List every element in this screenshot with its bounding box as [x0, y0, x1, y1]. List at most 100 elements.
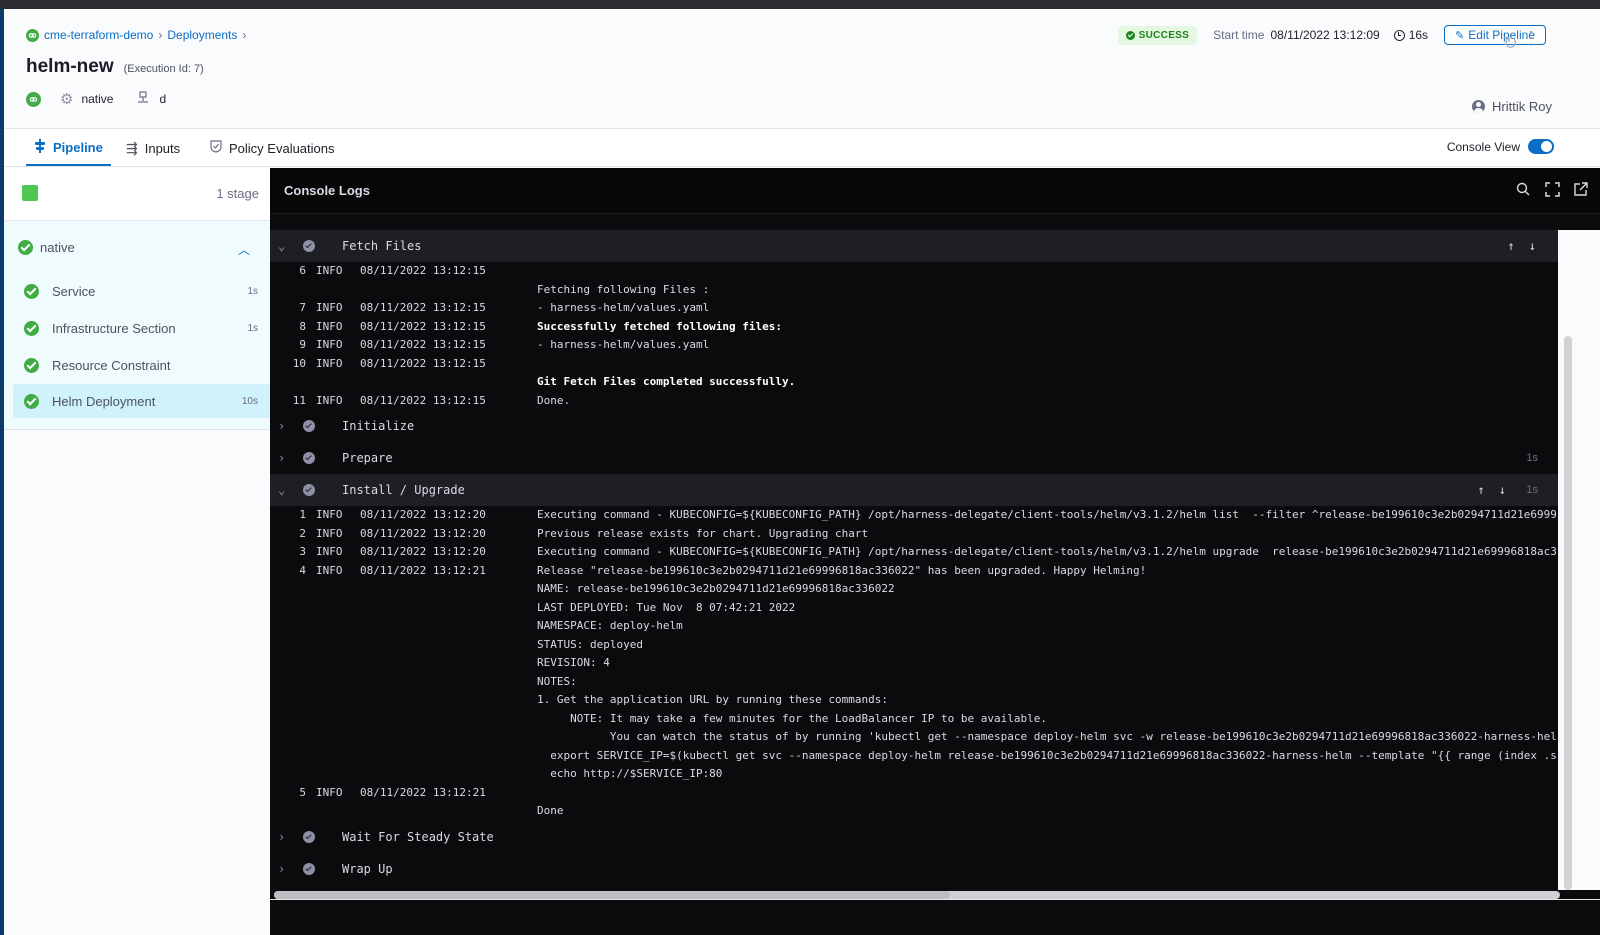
log-level: INFO	[316, 563, 343, 577]
arrow-up-icon[interactable]: ↑	[1508, 239, 1515, 253]
log-section-name: Fetch Files	[342, 239, 422, 253]
chevron-right-icon[interactable]: ›	[278, 451, 285, 465]
log-line: NOTE: It may take a few minutes for the …	[270, 710, 1558, 729]
tab-policy-evaluations[interactable]: Policy Evaluations	[210, 130, 335, 166]
duration: 16s	[1393, 28, 1429, 42]
stage-native[interactable]: native ︿	[18, 240, 258, 258]
success-icon	[24, 283, 39, 299]
success-icon	[24, 357, 39, 373]
log-message: Git Fetch Files completed successfully.	[537, 375, 796, 388]
chevron-right-icon[interactable]: ›	[278, 419, 285, 433]
log-level: INFO	[316, 356, 343, 370]
log-line-number: 10	[292, 356, 306, 370]
log-line-number: 7	[299, 301, 306, 314]
log-level: INFO	[316, 545, 343, 558]
section-success-icon	[303, 420, 315, 432]
log-line: REVISION: 4	[270, 654, 1558, 673]
log-section[interactable]: ⌄ Fetch Files ↑ ↓	[270, 230, 1558, 262]
log-message: Fetching following Files :	[537, 282, 710, 296]
log-message: LAST DEPLOYED: Tue Nov 8 07:42:21 2022	[537, 600, 796, 614]
console-title: Console Logs	[284, 183, 370, 198]
search-icon[interactable]	[1516, 182, 1530, 200]
log-message: NOTES:	[537, 674, 577, 688]
console-logs-panel: Console Logs ⌄ Fetch Files ↑ ↓ 6 INFO 08/11/20…	[270, 168, 1600, 935]
gear-icon: ⚙	[60, 91, 74, 108]
section-success-icon	[303, 484, 315, 496]
open-external-icon[interactable]	[1574, 182, 1588, 200]
log-level: INFO	[316, 264, 343, 277]
log-section-name: Wait For Steady State	[342, 829, 494, 844]
step-duration: 10s	[241, 395, 258, 407]
vertical-scroll-thumb[interactable]	[1564, 336, 1572, 890]
step-resource-constraint[interactable]: Resource Constraint	[13, 348, 270, 382]
breadcrumb-project[interactable]: cme-terraform-demo	[44, 28, 153, 42]
stage-tree: native ︿ Service 1s Infrastructure Secti…	[4, 221, 270, 430]
section-success-icon	[303, 240, 315, 252]
log-timestamp: 08/11/2022 13:12:15	[360, 319, 486, 333]
more-options-icon[interactable]: ⋮	[1522, 29, 1540, 47]
step-duration: 1s	[247, 285, 258, 297]
chevron-up-icon[interactable]: ︿	[238, 241, 250, 258]
log-section-name: Wrap Up	[342, 861, 393, 876]
log-section[interactable]: › Initialize	[270, 410, 1558, 442]
step-duration: 1s	[247, 322, 258, 334]
step-service[interactable]: Service 1s	[13, 274, 270, 308]
log-timestamp: 08/11/2022 13:12:20	[360, 545, 486, 558]
chevron-down-icon[interactable]: ⌄	[278, 239, 285, 253]
duration-value: 16s	[1408, 28, 1429, 42]
log-section-name: Prepare	[342, 451, 393, 465]
log-timestamp: 08/11/2022 13:12:15	[360, 356, 486, 370]
inputs-icon: ⇶	[126, 139, 138, 156]
log-message: Executing command - KUBECONFIG=${KUBECON…	[537, 508, 1557, 521]
log-timestamp: 08/11/2022 13:12:20	[360, 526, 486, 540]
log-section-name: Install / Upgrade	[342, 483, 465, 497]
log-line: 1 INFO 08/11/2022 13:12:20 Executing comman…	[270, 506, 1558, 525]
tab-pipeline[interactable]: Pipeline	[26, 130, 111, 166]
breadcrumb-deployments[interactable]: Deployments	[167, 28, 237, 42]
log-message: NAMESPACE: deploy-helm	[537, 619, 683, 632]
section-nav: ↑ ↓	[1464, 483, 1506, 497]
pipeline-icon	[34, 138, 46, 156]
service-icon	[26, 91, 41, 107]
log-line: You can watch the status of by running '…	[270, 728, 1558, 747]
log-line: 9 INFO 08/11/2022 13:12:15 - harness-helm/v…	[270, 336, 1558, 355]
vertical-scrollbar[interactable]	[1558, 230, 1600, 890]
arrow-up-icon[interactable]: ↑	[1478, 483, 1485, 497]
log-section[interactable]: ⌄ Install / Upgrade ↑ ↓ 1s	[270, 474, 1558, 506]
execution-header: cme-terraform-demo › Deployments › helm-…	[4, 9, 1600, 129]
log-message: Done.	[537, 393, 571, 407]
log-message: NAME: release-be199610c3e2b0294711d21e69…	[537, 582, 895, 595]
log-message: Release "release-be199610c3e2b0294711d21…	[537, 563, 1147, 577]
log-message: Executing command - KUBECONFIG=${KUBECON…	[537, 545, 1557, 558]
step-infrastructure-section[interactable]: Infrastructure Section 1s	[13, 311, 270, 345]
status-badge: SUCCESS	[1117, 25, 1198, 45]
arrow-down-icon[interactable]: ↓	[1499, 483, 1506, 497]
log-level: INFO	[316, 526, 343, 540]
success-icon	[24, 320, 39, 336]
fullscreen-icon[interactable]	[1545, 182, 1560, 201]
log-line: LAST DEPLOYED: Tue Nov 8 07:42:21 2022	[270, 599, 1558, 618]
chevron-down-icon[interactable]: ⌄	[278, 483, 285, 497]
log-section[interactable]: › Wrap Up	[270, 853, 1558, 885]
user-name: Hrittik Roy	[1492, 99, 1552, 114]
tab-inputs[interactable]: ⇶ Inputs	[126, 130, 180, 166]
log-line-number: 8	[299, 319, 306, 333]
clock-icon	[1393, 29, 1405, 41]
policy-icon	[210, 140, 222, 156]
log-section[interactable]: › Wait For Steady State	[270, 821, 1558, 853]
arrow-down-icon[interactable]: ↓	[1529, 239, 1536, 253]
horizontal-scrollbar[interactable]	[274, 891, 1560, 899]
chevron-right-icon[interactable]: ›	[278, 830, 285, 844]
refresh-icon[interactable]: ↻	[1503, 33, 1518, 54]
log-section[interactable]: › Prepare 1s	[270, 442, 1558, 474]
chevron-right-icon[interactable]: ›	[278, 862, 285, 876]
step-helm-deployment[interactable]: Helm Deployment 10s	[13, 384, 270, 418]
horizontal-scroll-thumb[interactable]	[274, 891, 950, 899]
log-line: 3 INFO 08/11/2022 13:12:20 Executing comman…	[270, 543, 1558, 562]
tab-policy-label: Policy Evaluations	[229, 140, 335, 156]
status-text: SUCCESS	[1138, 29, 1190, 41]
console-view-toggle[interactable]	[1528, 139, 1554, 154]
stage-status-square[interactable]	[22, 185, 38, 201]
log-line: 1. Get the application URL by running th…	[270, 691, 1558, 710]
infrastructure-name: d	[159, 92, 167, 106]
